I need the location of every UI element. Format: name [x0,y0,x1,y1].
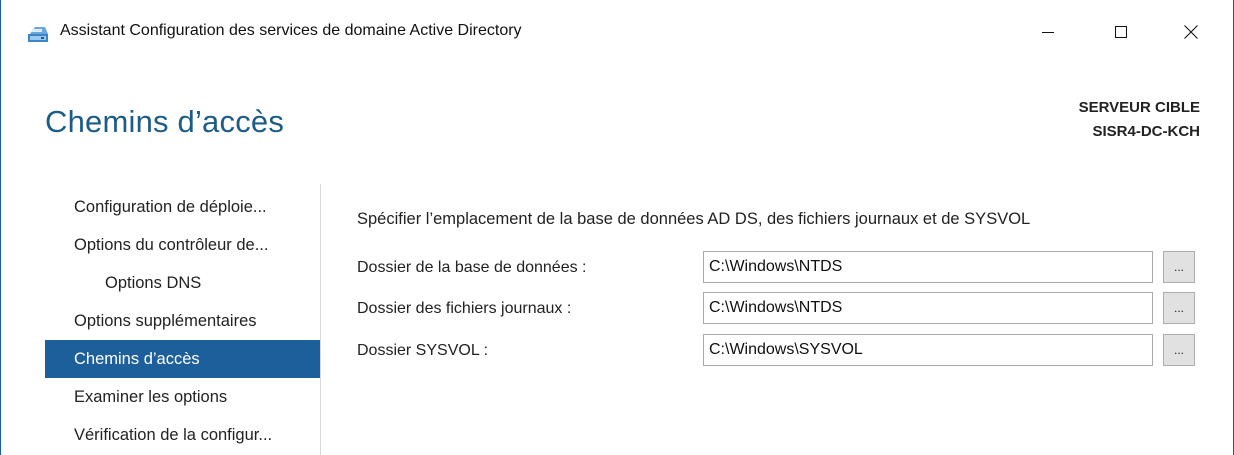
ad-ds-wizard-icon [27,25,49,43]
sysvol-folder-label: Dossier SYSVOL : [357,342,489,359]
minimize-button[interactable] [1025,14,1071,50]
target-server-info: SERVEUR CIBLE SISR4-DC-KCH [1079,96,1200,144]
wizard-nav: Configuration de déploie... Options du c… [45,188,321,454]
log-files-folder-input[interactable] [703,292,1153,324]
nav-item-domain-controller-options[interactable]: Options du contrôleur de... [45,226,321,264]
page-title: Chemins d’accès [45,104,285,139]
database-folder-browse-button[interactable]: ... [1163,251,1195,283]
maximize-icon [1115,26,1127,38]
nav-item-review-options[interactable]: Examiner les options [45,378,321,416]
target-server-name: SISR4-DC-KCH [1092,123,1200,140]
paths-panel: Spécifier l’emplacement de la base de do… [357,210,1233,366]
database-folder-input[interactable] [703,251,1153,283]
title-bar[interactable]: Assistant Configuration des services de … [1,0,1233,58]
wizard-window: Assistant Configuration des services de … [0,0,1234,455]
sysvol-folder-row: Dossier SYSVOL : ... [357,334,1217,368]
log-files-folder-browse-button[interactable]: ... [1163,292,1195,324]
nav-item-prerequisites-check[interactable]: Vérification de la configur... [45,416,321,454]
database-folder-row: Dossier de la base de données : ... [357,251,1217,285]
nav-divider [320,184,321,455]
close-button[interactable] [1168,14,1214,50]
minimize-icon [1042,32,1054,33]
sysvol-folder-browse-button[interactable]: ... [1163,334,1195,366]
database-folder-label: Dossier de la base de données : [357,259,587,276]
target-server-label: SERVEUR CIBLE [1078,99,1200,116]
nav-item-deployment-configuration[interactable]: Configuration de déploie... [45,188,321,226]
nav-item-dns-options[interactable]: Options DNS [45,264,321,302]
sysvol-folder-input[interactable] [703,334,1153,366]
log-files-folder-label: Dossier des fichiers journaux : [357,300,572,317]
log-files-folder-row: Dossier des fichiers journaux : ... [357,292,1217,326]
close-icon [1184,25,1198,39]
window-title: Assistant Configuration des services de … [60,22,522,39]
instruction-text: Spécifier l’emplacement de la base de do… [357,210,1031,228]
nav-item-additional-options[interactable]: Options supplémentaires [45,302,321,340]
maximize-button[interactable] [1098,14,1144,50]
nav-item-paths[interactable]: Chemins d’accès [45,340,321,378]
